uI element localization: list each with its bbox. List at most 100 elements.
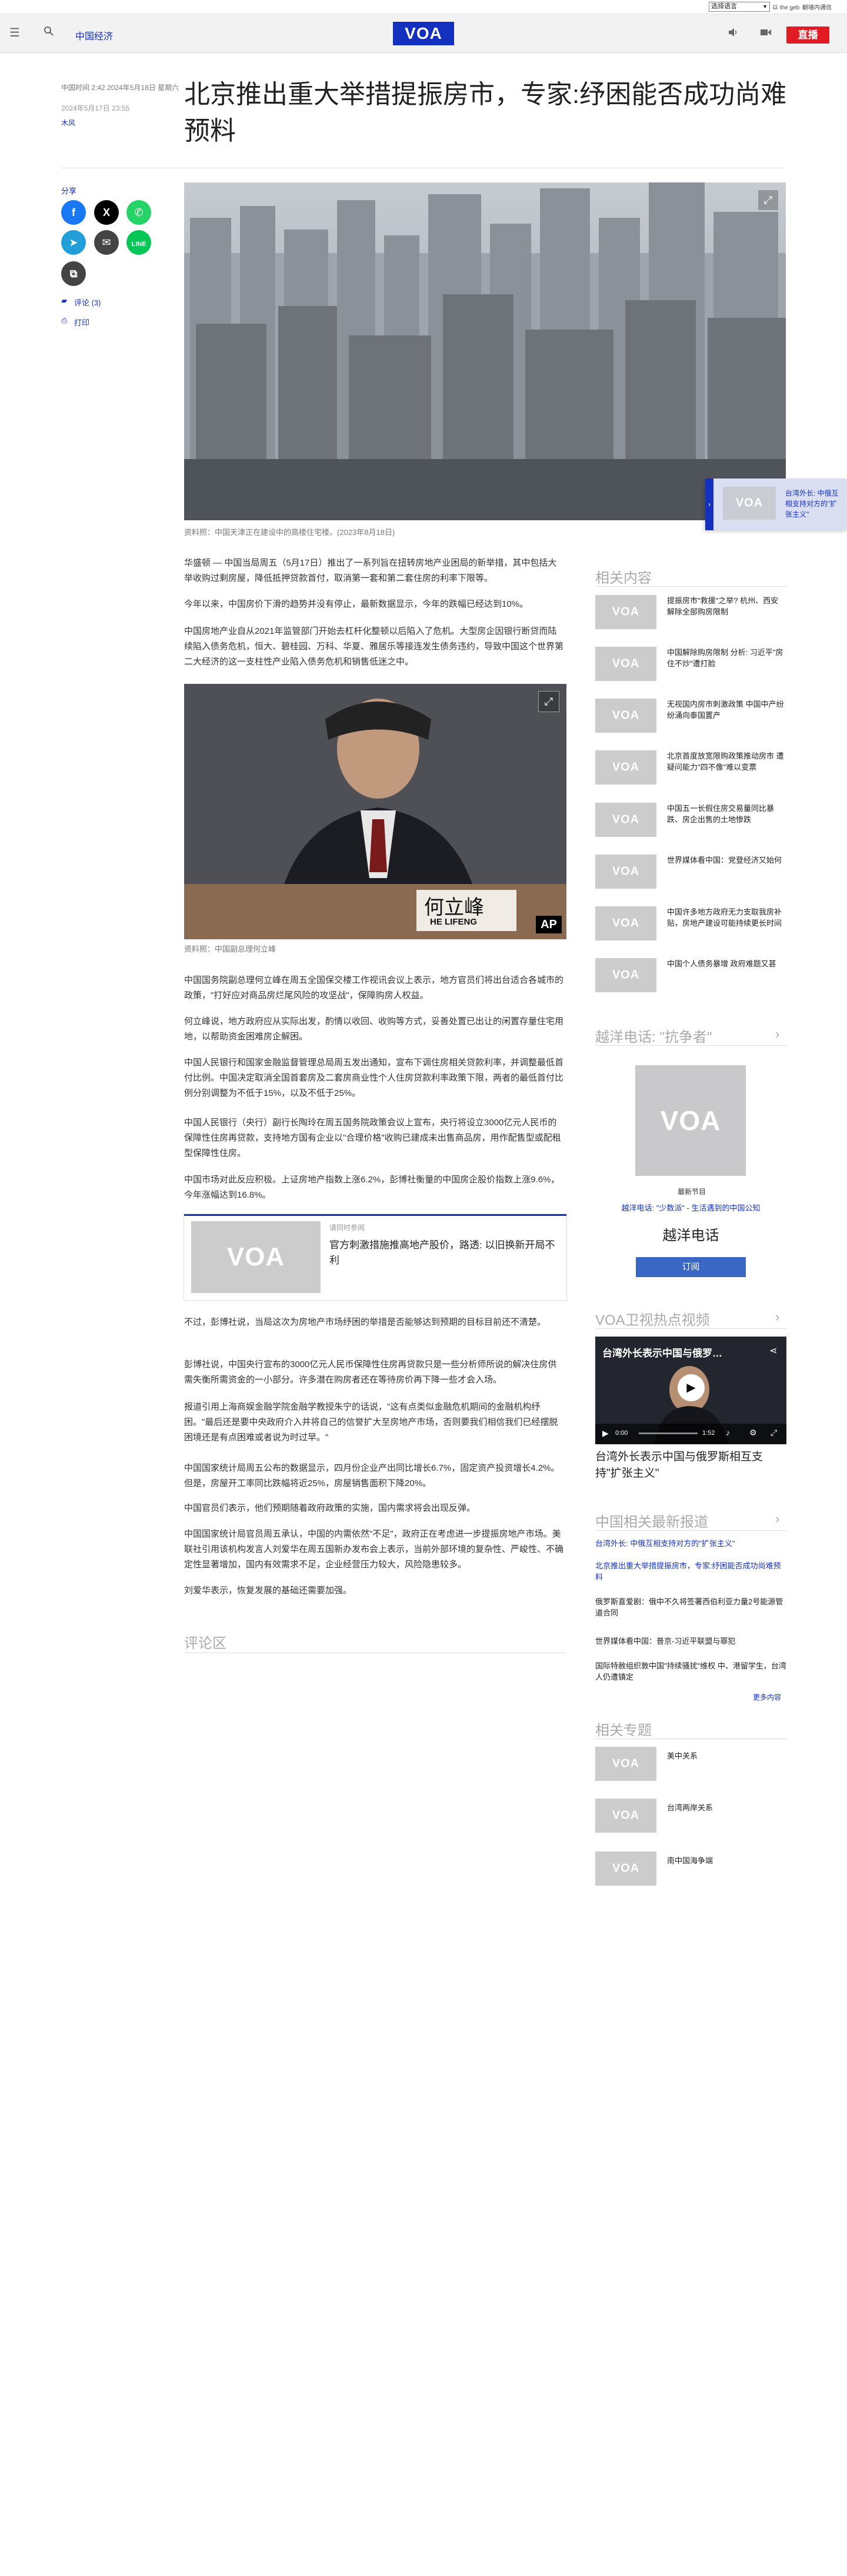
chevron-right-icon[interactable]: ›: [775, 1511, 779, 1527]
fullscreen-icon[interactable]: ⤢: [771, 1428, 777, 1438]
share-label: 分享: [61, 187, 77, 195]
copy-link-button[interactable]: ⧉: [61, 261, 86, 286]
print-link[interactable]: 打印: [74, 317, 89, 328]
related-thumbnail[interactable]: VOA: [595, 595, 656, 629]
topics-heading: 相关专题: [595, 1723, 652, 1739]
settings-icon[interactable]: ⚙: [749, 1428, 757, 1438]
print-icon: ⎙: [61, 316, 68, 325]
divider: [595, 1328, 786, 1329]
related-item[interactable]: 提振房市"救援"之举? 杭州、西安解除全部购房限制: [667, 595, 785, 617]
china-news-item[interactable]: 世界媒体看中国：普京-习近平联盟与罪犯: [595, 1636, 786, 1647]
video-duration: 1:52: [702, 1430, 715, 1437]
next-article-title: 台湾外长: 中俄互相支持对方的"扩张主义": [785, 489, 839, 518]
china-news-item[interactable]: 北京推出重大举措提振房市，专家:纾困能否成功尚难预料: [595, 1560, 786, 1583]
podcast-latest-label: 最新节目: [677, 1188, 706, 1196]
related-item[interactable]: 世界媒体看中国：党登经济又始何: [667, 855, 785, 866]
email-share-button[interactable]: ✉: [94, 230, 119, 255]
language-select[interactable]: 选择语言 ▼: [709, 2, 770, 12]
video-icon[interactable]: [760, 28, 772, 40]
related-item[interactable]: 无视国内房市刺激政策 中国中产纷纷涌向泰国置产: [667, 699, 785, 721]
related-thumbnail[interactable]: VOA: [595, 750, 656, 785]
language-select-value: 选择语言: [711, 3, 737, 10]
voa-logo-mark: VOA: [612, 1862, 640, 1875]
voa-logo-mark: VOA: [612, 1757, 640, 1770]
related-thumbnail[interactable]: VOA: [595, 855, 656, 889]
email-icon: ✉: [102, 237, 111, 248]
more-link[interactable]: 更多内容: [753, 1692, 781, 1702]
utility-link-2[interactable]: 翻墙内通信: [802, 2, 832, 11]
topic-thumbnail[interactable]: VOA: [595, 1747, 656, 1781]
related-item[interactable]: 中国五一长假住房交易量同比暴跌、房企出售的土地惨跌: [667, 803, 785, 825]
author-link[interactable]: 木风: [61, 118, 75, 128]
expand-icon[interactable]: ⤢: [538, 691, 559, 712]
related-thumbnail[interactable]: VOA: [595, 647, 656, 681]
china-news-heading[interactable]: 中国相关最新报道: [595, 1510, 708, 1531]
chevron-down-icon: ▼: [762, 4, 768, 9]
related-thumbnail[interactable]: VOA: [595, 699, 656, 733]
read-also-thumbnail[interactable]: VOA: [191, 1221, 321, 1293]
podcast-episode-link[interactable]: 越洋电话: "少数派" - 生活遇到的中国公知: [595, 1202, 786, 1213]
line-share-button[interactable]: LINE: [126, 230, 151, 255]
telegram-share-button[interactable]: ➤: [61, 230, 86, 255]
chevron-right-icon[interactable]: ›: [775, 1026, 779, 1042]
related-item[interactable]: 中国个人债务暴增 政府难题又甚: [667, 958, 785, 969]
podcast-heading[interactable]: 越洋电话: "抗争者": [595, 1025, 712, 1046]
line-icon: LINE: [131, 241, 146, 248]
related-thumbnail[interactable]: VOA: [595, 906, 656, 940]
topic-link[interactable]: 台湾两岸关系: [667, 1801, 713, 1813]
related-item[interactable]: 中国许多地方政府无力支取我房补贴，房地产建设可能持续更长时间: [667, 906, 785, 929]
topic-thumbnail[interactable]: VOA: [595, 1799, 656, 1833]
paragraph: 不过，彭博社说，当局这次为房地产市场纾困的举措是否能够达到预期的目标目前还不清楚…: [184, 1317, 546, 1327]
related-item[interactable]: 北京首度放宽限购政策推动房市 遭疑问能力"四不像"难以变票: [667, 750, 785, 773]
menu-icon[interactable]: ☰: [9, 25, 20, 40]
voa-logo-mark: VOA: [612, 813, 640, 826]
arrow-right-icon: ›: [705, 478, 713, 530]
paragraph: 今年以来，中国房价下滑的趋势并没有停止，最新数据显示，今年的跌幅已经达到10%。: [184, 599, 529, 609]
video-current-time: 0:00: [615, 1430, 628, 1437]
related-item[interactable]: 中国解除购房限制 分析: 习近平"房住不炒"遭打脸: [667, 647, 785, 669]
related-thumbnail[interactable]: VOA: [595, 958, 656, 992]
china-news-item[interactable]: 俄罗斯喜爱剧：俄中不久将签署西伯利亚力量2号能源管道合同: [595, 1596, 786, 1618]
next-article-card[interactable]: › VOA 台湾外长: 中俄互相支持对方的"扩张主义": [705, 478, 847, 530]
china-news-item[interactable]: 台湾外长: 中俄互相支持对方的"扩张主义": [595, 1538, 786, 1549]
topic-link[interactable]: 南中国海争端: [667, 1854, 713, 1866]
voa-logo-mark: VOA: [612, 968, 640, 982]
whatsapp-share-button[interactable]: ✆: [126, 200, 151, 225]
comments-link[interactable]: 评论 (3): [74, 297, 101, 308]
video-player[interactable]: 台湾外长表示中国与俄罗… ⋖ ▶ ▶ 0:00 1:52 ♪ ⚙ ⤢: [595, 1337, 786, 1444]
topic-thumbnail[interactable]: VOA: [595, 1852, 656, 1886]
related-heading: 相关内容: [595, 570, 652, 586]
search-icon[interactable]: [44, 26, 54, 39]
ap-badge: AP: [536, 916, 562, 933]
podcast-cover[interactable]: VOA: [635, 1065, 746, 1176]
voa-logo-mark: VOA: [660, 1105, 721, 1136]
subscribe-button[interactable]: 订阅: [636, 1257, 746, 1277]
podcast-name: 越洋电话: [662, 1228, 719, 1244]
voa-logo-mark: VOA: [612, 865, 640, 878]
facebook-share-button[interactable]: f: [61, 200, 86, 225]
volume-icon[interactable]: ♪: [726, 1428, 730, 1437]
video-caption[interactable]: 台湾外长表示中国与俄罗斯相互支持"扩张主义": [595, 1449, 786, 1482]
nameplate-text: 何立峰: [424, 896, 484, 919]
comments-heading: 评论区: [184, 1636, 226, 1651]
section-link[interactable]: 中国经济: [75, 28, 113, 42]
paragraph: 何立峰说，地方政府应从实际出发，酌情以收回、收购等方式，妥善处置已出让的闲置存量…: [184, 1016, 564, 1042]
voa-logo[interactable]: VOA: [393, 22, 454, 45]
expand-icon[interactable]: ⤢: [758, 190, 779, 211]
share-icon[interactable]: ⋖: [769, 1345, 777, 1357]
nameplate-english: HE LIFENG: [430, 917, 478, 927]
play-icon[interactable]: ▶: [678, 1374, 705, 1401]
related-thumbnail[interactable]: VOA: [595, 803, 656, 837]
paragraph: 中国国务院副总理何立峰在周五全国保交楼工作视讯会议上表示，地方官员们将出台适合各…: [184, 975, 564, 1001]
chevron-right-icon[interactable]: ›: [775, 1309, 779, 1325]
video-progress[interactable]: [639, 1432, 698, 1434]
read-also-title[interactable]: 官方刺激措施推高地产股价，路透: 以旧换新开局不利: [329, 1238, 559, 1268]
utility-link-1[interactable]: 以 the geb: [772, 2, 799, 11]
live-button[interactable]: 直播: [786, 26, 829, 44]
topic-link[interactable]: 美中关系: [667, 1750, 698, 1761]
play-small-icon[interactable]: ▶: [602, 1428, 609, 1438]
video-heading[interactable]: VOA卫视热点视频: [595, 1308, 710, 1329]
audio-icon[interactable]: [728, 27, 738, 41]
x-share-button[interactable]: X: [94, 200, 119, 225]
china-news-item[interactable]: 国际特赦组织敦中国"持续骚扰"维权 中、港留学生，台湾人仍遭镇定: [595, 1660, 786, 1683]
